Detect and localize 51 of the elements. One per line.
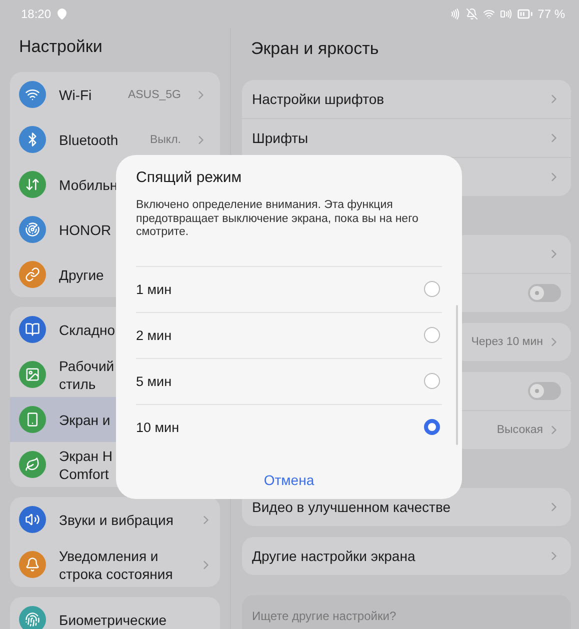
- row-label[interactable]: Настройки шрифтов: [252, 91, 543, 107]
- radio-button[interactable]: [424, 419, 440, 435]
- timeout-option[interactable]: 5 мин: [136, 358, 442, 404]
- timeout-option[interactable]: 10 мин: [136, 404, 442, 450]
- row-value: Через 10 мин: [471, 336, 543, 348]
- item-label: Другие: [59, 266, 104, 285]
- settings-title: Настройки: [19, 36, 104, 58]
- status-time: 18:20: [21, 7, 52, 21]
- row-label[interactable]: Другие настройки экрана: [252, 548, 543, 564]
- item-label: Мобильн: [59, 176, 118, 194]
- item-label: Bluetooth: [59, 130, 118, 150]
- dialog-title: Спящий режим: [136, 169, 243, 186]
- option-label: 10 мин: [136, 420, 180, 434]
- item-label: Складно: [59, 320, 116, 340]
- battery-percent: 77 %: [538, 7, 565, 21]
- option-label: 5 мин: [136, 374, 172, 388]
- item-value: Выкл.: [150, 134, 181, 146]
- page-title: Экран и яркость: [251, 38, 380, 60]
- item-label: Экран и: [59, 410, 110, 430]
- radio-button[interactable]: [424, 281, 440, 297]
- item-label: Wi-Fi: [59, 86, 92, 104]
- radio-button[interactable]: [424, 373, 440, 389]
- item-label: HONOR: [59, 220, 112, 240]
- toggle-switch[interactable]: [528, 382, 561, 400]
- timeout-option[interactable]: 1 мин: [136, 266, 442, 312]
- radio-button[interactable]: [424, 327, 440, 343]
- sidebar-item[interactable]: Bluetooth Выкл.: [10, 117, 220, 162]
- option-label: 2 мин: [136, 328, 172, 342]
- item-label: Звуки и вибрация: [59, 510, 174, 530]
- item-value: ASUS_5G: [128, 88, 181, 100]
- dialog-description: Включено определение внимания. Эта функция предотвращает выключение экрана, пока вы на него смотрите.: [136, 199, 420, 240]
- item-label: Экран Н Comfort: [59, 446, 112, 484]
- item-label: Рабочий стиль: [59, 356, 114, 394]
- row-label[interactable]: Шрифты: [252, 130, 543, 146]
- cancel-button[interactable]: Отмена: [258, 470, 320, 490]
- row-value: Высокая: [496, 424, 543, 436]
- sidebar-item[interactable]: Уведомления и строка состояния: [10, 542, 220, 587]
- phone-icon: [500, 8, 512, 20]
- sidebar-item[interactable]: Биометрические: [10, 597, 220, 629]
- item-label: Уведомления и строка состояния: [59, 546, 173, 584]
- row-label[interactable]: Видео в улучшенном качестве: [252, 499, 543, 515]
- option-label: 1 мин: [136, 282, 172, 296]
- nfc-icon: [448, 8, 461, 20]
- timeout-option[interactable]: 2 мин: [136, 312, 442, 358]
- hint-text: Ищете другие настройки?: [252, 609, 396, 623]
- toggle-switch[interactable]: [528, 284, 561, 302]
- mute-icon: [466, 8, 478, 20]
- item-label: Биометрические: [59, 610, 167, 629]
- sidebar-item[interactable]: Wi-Fi ASUS_5G: [10, 72, 220, 117]
- location-icon: [56, 8, 68, 20]
- sidebar-item[interactable]: Звуки и вибрация: [10, 497, 220, 542]
